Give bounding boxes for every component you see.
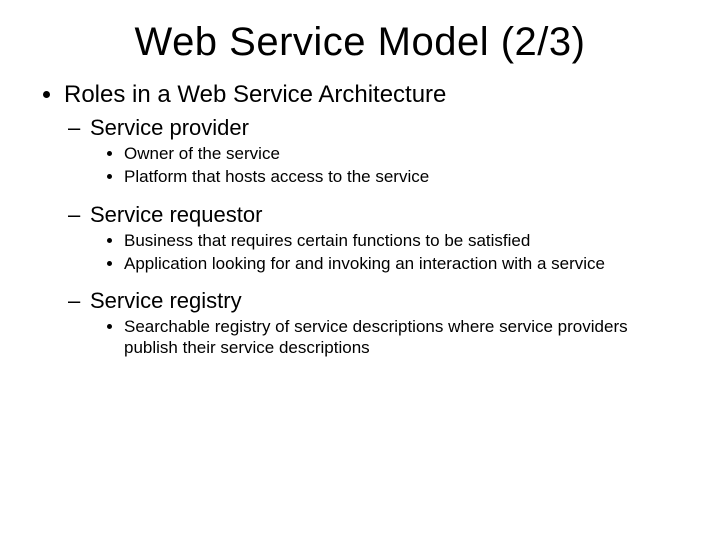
main-heading-item: Roles in a Web Service Architecture Serv… [64, 81, 684, 359]
role-detail: Application looking for and invoking an … [124, 253, 684, 274]
role-item-requestor: Service requestor Business that requires… [90, 202, 684, 275]
role-name: Service registry [90, 288, 242, 313]
role-name: Service requestor [90, 202, 262, 227]
slide: Web Service Model (2/3) Roles in a Web S… [0, 0, 720, 540]
bullet-list-level-1: Roles in a Web Service Architecture Serv… [36, 81, 684, 359]
role-detail: Owner of the service [124, 143, 684, 164]
bullet-list-level-3: Owner of the service Platform that hosts… [90, 143, 684, 188]
slide-title: Web Service Model (2/3) [36, 20, 684, 65]
role-detail: Platform that hosts access to the servic… [124, 166, 684, 187]
role-detail: Business that requires certain functions… [124, 230, 684, 251]
main-heading-text: Roles in a Web Service Architecture [64, 81, 446, 108]
bullet-list-level-2: Service provider Owner of the service Pl… [64, 115, 684, 359]
bullet-list-level-3: Searchable registry of service descripti… [90, 316, 684, 359]
role-item-provider: Service provider Owner of the service Pl… [90, 115, 684, 188]
role-name: Service provider [90, 115, 249, 140]
bullet-list-level-3: Business that requires certain functions… [90, 230, 684, 275]
role-item-registry: Service registry Searchable registry of … [90, 288, 684, 359]
role-detail: Searchable registry of service descripti… [124, 316, 684, 359]
